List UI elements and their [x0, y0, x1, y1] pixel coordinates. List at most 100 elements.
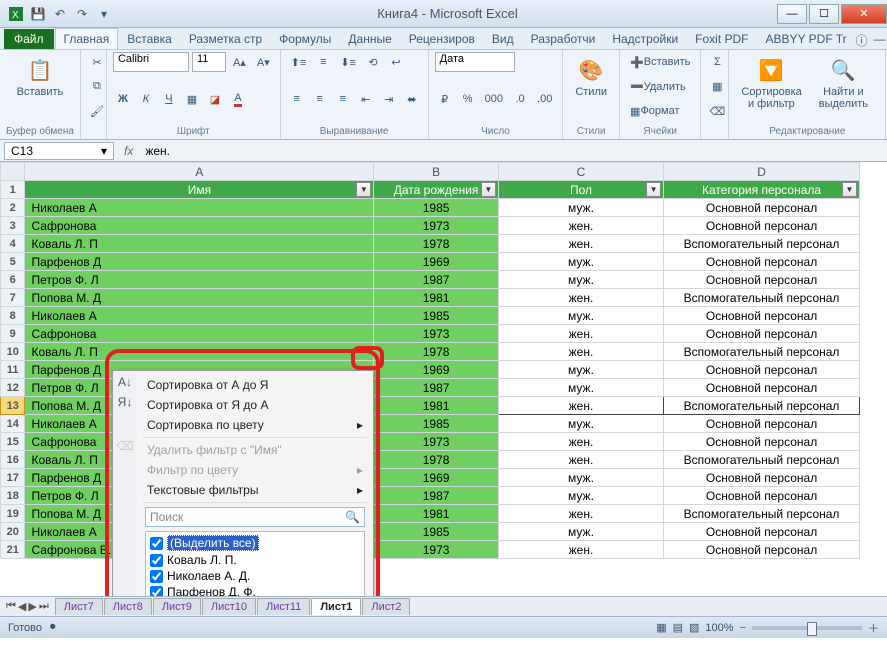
- row-header[interactable]: 8: [1, 307, 25, 325]
- cell[interactable]: Основной персонал: [664, 487, 860, 505]
- cell[interactable]: Основной персонал: [664, 541, 860, 559]
- sheet-tab[interactable]: Лист11: [257, 598, 310, 615]
- fill-icon[interactable]: ▦: [707, 77, 727, 97]
- inc-decimal-icon[interactable]: .0: [510, 89, 530, 109]
- cell[interactable]: 1985: [374, 307, 498, 325]
- shrink-font-icon[interactable]: A▾: [253, 52, 274, 72]
- tab-pagelayout[interactable]: Разметка стр: [181, 29, 270, 49]
- row-header[interactable]: 1: [1, 181, 25, 199]
- dec-decimal-icon[interactable]: .00: [533, 89, 556, 109]
- cell[interactable]: муж.: [498, 415, 663, 433]
- filter-dropdown-icon[interactable]: ▼: [481, 182, 496, 197]
- paste-button[interactable]: 📋 Вставить: [6, 52, 74, 102]
- number-format-select[interactable]: Дата: [435, 52, 515, 72]
- qat-more-icon[interactable]: ▾: [94, 4, 114, 24]
- cell[interactable]: Основной персонал: [664, 415, 860, 433]
- text-filters-item[interactable]: Текстовые фильтры▸: [137, 480, 373, 500]
- cell[interactable]: 1973: [374, 541, 498, 559]
- cell[interactable]: Основной персонал: [664, 307, 860, 325]
- cell[interactable]: 1973: [374, 325, 498, 343]
- indent-inc-icon[interactable]: ⇥: [379, 89, 399, 109]
- cell[interactable]: жен.: [498, 541, 663, 559]
- font-color-icon[interactable]: A: [228, 89, 248, 109]
- worksheet-grid[interactable]: A B C D 1Имя▼Дата рождения▼Пол▼Категория…: [0, 162, 887, 596]
- cell[interactable]: Основной персонал: [664, 379, 860, 397]
- cell[interactable]: 1987: [374, 487, 498, 505]
- tab-review[interactable]: Рецензиров: [401, 29, 483, 49]
- row-header[interactable]: 19: [1, 505, 25, 523]
- border-icon[interactable]: ▦: [182, 89, 202, 109]
- grow-font-icon[interactable]: A▴: [229, 52, 250, 72]
- cell[interactable]: Вспомогательный персонал: [664, 505, 860, 523]
- sheet-nav-first-icon[interactable]: ⏮: [6, 600, 16, 613]
- row-header[interactable]: 14: [1, 415, 25, 433]
- cell[interactable]: 1978: [374, 451, 498, 469]
- cell[interactable]: Вспомогательный персонал: [664, 235, 860, 253]
- cell[interactable]: муж.: [498, 271, 663, 289]
- cell[interactable]: 1987: [374, 271, 498, 289]
- cell[interactable]: Основной персонал: [664, 253, 860, 271]
- cell[interactable]: муж.: [498, 523, 663, 541]
- row-header[interactable]: 4: [1, 235, 25, 253]
- comma-icon[interactable]: 000: [481, 89, 507, 109]
- excel-icon[interactable]: X: [6, 4, 26, 24]
- cell[interactable]: Парфенов Д: [25, 253, 374, 271]
- sheet-tab[interactable]: Лист7: [55, 598, 103, 615]
- cell[interactable]: 1981: [374, 289, 498, 307]
- cell[interactable]: Вспомогательный персонал: [664, 397, 860, 415]
- row-header[interactable]: 5: [1, 253, 25, 271]
- underline-button[interactable]: Ч: [159, 89, 179, 109]
- row-header[interactable]: 3: [1, 217, 25, 235]
- indent-dec-icon[interactable]: ⇤: [356, 89, 376, 109]
- close-button[interactable]: ✕: [841, 4, 887, 24]
- cell[interactable]: Вспомогательный персонал: [664, 343, 860, 361]
- cell[interactable]: 1987: [374, 379, 498, 397]
- cell[interactable]: 1978: [374, 235, 498, 253]
- cell[interactable]: Коваль Л. П: [25, 343, 374, 361]
- cell[interactable]: 1981: [374, 397, 498, 415]
- cell[interactable]: жен.: [498, 451, 663, 469]
- sheet-tab[interactable]: Лист8: [104, 598, 152, 615]
- cell[interactable]: муж.: [498, 361, 663, 379]
- cell[interactable]: 1969: [374, 253, 498, 271]
- fill-color-icon[interactable]: ◪: [205, 89, 225, 109]
- row-header[interactable]: 6: [1, 271, 25, 289]
- minimize-ribbon-icon[interactable]: —: [874, 32, 886, 49]
- tab-addins[interactable]: Надстройки: [604, 29, 686, 49]
- filter-item-checkbox[interactable]: Николаев А. Д.: [148, 568, 362, 584]
- styles-button[interactable]: 🎨 Стили: [569, 52, 613, 102]
- tab-developer[interactable]: Разработчи: [523, 29, 604, 49]
- cell[interactable]: муж.: [498, 307, 663, 325]
- sheet-nav-last-icon[interactable]: ⏭: [39, 600, 49, 613]
- align-middle-icon[interactable]: ≡: [313, 52, 333, 72]
- orientation-icon[interactable]: ⟲: [363, 52, 383, 72]
- font-size-select[interactable]: 11: [192, 52, 226, 72]
- cell[interactable]: жен.: [498, 397, 663, 415]
- select-all-checkbox[interactable]: (Выделить все): [148, 534, 362, 552]
- italic-button[interactable]: К: [136, 89, 156, 109]
- find-select-button[interactable]: 🔍 Найти и выделить: [807, 52, 879, 114]
- cell[interactable]: муж.: [498, 199, 663, 217]
- cell[interactable]: Николаев А: [25, 199, 374, 217]
- cell[interactable]: муж.: [498, 487, 663, 505]
- row-header[interactable]: 9: [1, 325, 25, 343]
- minimize-button[interactable]: —: [777, 4, 807, 24]
- cell[interactable]: Сафронова: [25, 217, 374, 235]
- currency-icon[interactable]: ₽: [435, 89, 455, 109]
- cell[interactable]: Основной персонал: [664, 271, 860, 289]
- align-center-icon[interactable]: ≡: [310, 89, 330, 109]
- col-header-B[interactable]: B: [374, 163, 498, 181]
- delete-cells-button[interactable]: ➖ Удалить: [626, 77, 690, 97]
- cell[interactable]: жен.: [498, 433, 663, 451]
- tab-insert[interactable]: Вставка: [119, 29, 180, 49]
- cell[interactable]: муж.: [498, 469, 663, 487]
- filter-dropdown-icon[interactable]: ▼: [646, 182, 661, 197]
- view-normal-icon[interactable]: ▦: [656, 621, 666, 634]
- row-header[interactable]: 7: [1, 289, 25, 307]
- cell[interactable]: жен.: [498, 235, 663, 253]
- autosum-icon[interactable]: Σ: [707, 52, 727, 72]
- align-left-icon[interactable]: ≡: [287, 89, 307, 109]
- cell[interactable]: Сафронова: [25, 325, 374, 343]
- cell[interactable]: муж.: [498, 253, 663, 271]
- bold-button[interactable]: Ж: [113, 89, 133, 109]
